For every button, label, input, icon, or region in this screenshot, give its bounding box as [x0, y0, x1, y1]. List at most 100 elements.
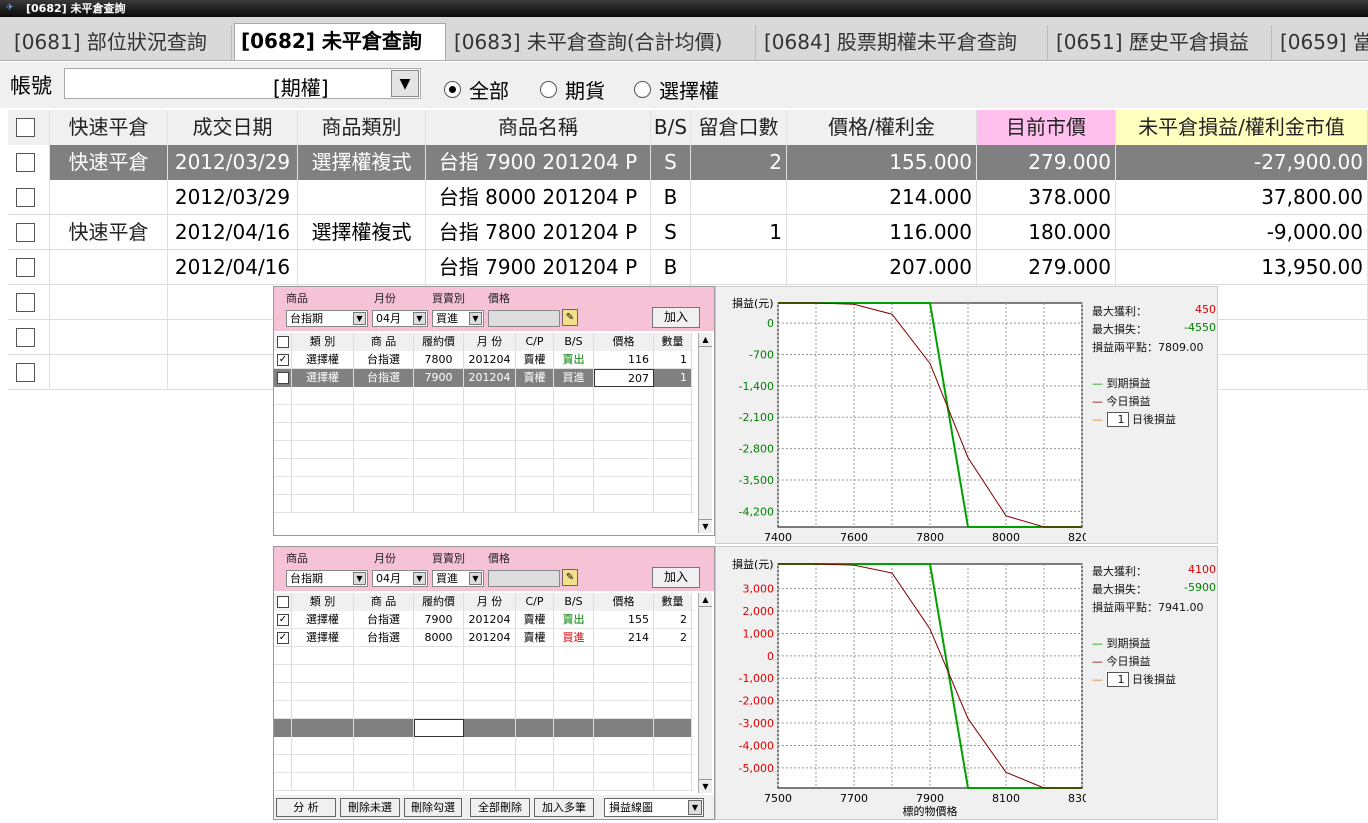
scroll-down-icon[interactable]: ▼: [699, 519, 712, 533]
leg-row[interactable]: [274, 755, 694, 773]
analyze-button[interactable]: 分 析: [276, 798, 336, 817]
tab-0684[interactable]: [0684] 股票期權未平倉查詢: [758, 25, 1048, 60]
leg-row[interactable]: [274, 773, 694, 791]
leg-row[interactable]: [274, 665, 694, 683]
chevron-down-icon[interactable]: ▼: [413, 312, 426, 325]
scroll-down-icon[interactable]: ▼: [699, 779, 712, 793]
radio-futures[interactable]: 期貨: [540, 75, 605, 104]
cell-cat: [298, 250, 426, 285]
leg-row[interactable]: [274, 719, 694, 737]
row-checkbox[interactable]: [16, 153, 35, 172]
table-row[interactable]: 快速平倉 2012/03/29 選擇權複式 台指 7900 201204 P S 2 155…: [8, 145, 1368, 180]
legs-scrollbar[interactable]: ▲ ▼: [698, 593, 712, 793]
cell-bs: B: [651, 250, 691, 285]
row-checkbox[interactable]: [16, 258, 35, 277]
row-checkbox[interactable]: [16, 223, 35, 242]
calculator-icon[interactable]: ✎: [562, 569, 578, 586]
leg-checkbox[interactable]: ✓: [277, 614, 289, 626]
leg-row[interactable]: [274, 683, 694, 701]
delete-unselected-button[interactable]: 刪除未選: [340, 798, 400, 817]
leg-row[interactable]: [274, 423, 694, 441]
leg-cell-cp: [516, 647, 554, 665]
leg-cell-strike: [414, 647, 464, 665]
tab-0683[interactable]: [0683] 未平倉查詢(合計均價): [448, 25, 756, 60]
scroll-up-icon[interactable]: ▲: [699, 333, 712, 347]
chevron-down-icon[interactable]: ▼: [469, 312, 482, 325]
select-all-checkbox[interactable]: [16, 118, 35, 137]
panel-button-bar: 分 析刪除未選 刪除勾選 全部刪除 加入多筆 損益線圖 ▼: [274, 795, 714, 819]
cell-quick[interactable]: 快速平倉: [50, 215, 168, 250]
add-button[interactable]: 加入: [652, 567, 700, 588]
legs-scrollbar[interactable]: ▲ ▼: [698, 333, 712, 533]
leg-row[interactable]: ✓ 選擇權 台指選 7800 201204 賣權 賣出 116 1: [274, 351, 694, 369]
leg-cell-qty: 1: [654, 369, 692, 387]
product-select[interactable]: 台指期 ▼: [286, 570, 368, 587]
leg-cell-check: [274, 665, 292, 683]
row-checkbox[interactable]: [16, 293, 35, 312]
radio-all[interactable]: 全部: [444, 75, 509, 104]
leg-cell-check: [274, 477, 292, 495]
leg-cell-bs: 賣出: [554, 611, 594, 629]
days-input[interactable]: 1: [1106, 672, 1129, 687]
leg-row[interactable]: [274, 441, 694, 459]
leg-checkbox[interactable]: [277, 596, 289, 608]
month-select[interactable]: 04月 ▼: [372, 570, 428, 587]
table-row[interactable]: 2012/03/29 台指 8000 201204 P B 214.000 378.00…: [8, 180, 1368, 215]
leg-cell-type: [292, 719, 354, 737]
leg-row[interactable]: ✓ 選擇權 台指選 7900 201204 賣權 買進 207 1: [274, 369, 694, 387]
chevron-down-icon[interactable]: ▼: [413, 572, 426, 585]
chevron-down-icon[interactable]: ▼: [391, 70, 419, 97]
leg-checkbox[interactable]: ✓: [277, 632, 289, 644]
table-row[interactable]: 2012/04/16 台指 7900 201204 P B 207.000 279.00…: [8, 250, 1368, 285]
max-loss-label: 最大損失：: [1092, 583, 1147, 596]
month-select[interactable]: 04月 ▼: [372, 310, 428, 327]
row-checkbox[interactable]: [16, 188, 35, 207]
leg-row[interactable]: ✓ 選擇權 台指選 8000 201204 賣權 買進 214 2: [274, 629, 694, 647]
leg-row[interactable]: [274, 477, 694, 495]
leg-row[interactable]: [274, 737, 694, 755]
leg-cell-month: [464, 423, 516, 441]
cell-name: 台指 7900 201204 P: [426, 145, 651, 180]
row-checkbox[interactable]: [16, 328, 35, 347]
chevron-down-icon[interactable]: ▼: [353, 572, 366, 585]
delete-checked-button[interactable]: 刪除勾選: [404, 798, 462, 817]
account-select[interactable]: [期權] ▼: [64, 68, 421, 100]
leg-row[interactable]: [274, 387, 694, 405]
leg-checkbox[interactable]: [277, 336, 289, 348]
leg-row[interactable]: [274, 495, 694, 513]
row-checkbox[interactable]: [16, 363, 35, 382]
calculator-icon[interactable]: ✎: [562, 309, 578, 326]
price-input[interactable]: [488, 310, 560, 327]
side-select[interactable]: 買進 ▼: [432, 310, 484, 327]
price-input[interactable]: [488, 570, 560, 587]
leg-row[interactable]: [274, 647, 694, 665]
tab-0681[interactable]: [0681] 部位狀況查詢: [8, 25, 232, 60]
tab-0651[interactable]: [0651] 歷史平倉損益: [1050, 25, 1272, 60]
leg-checkbox[interactable]: ✓: [277, 354, 289, 366]
leg-checkbox[interactable]: ✓: [277, 372, 289, 384]
leg-cell-price: [594, 459, 654, 477]
add-multiple-button[interactable]: 加入多筆: [534, 798, 594, 817]
chevron-down-icon[interactable]: ▼: [353, 312, 366, 325]
days-input[interactable]: 1: [1106, 412, 1129, 427]
leg-cell-check: [274, 593, 292, 611]
leg-cell-bs: [554, 773, 594, 791]
radio-options[interactable]: 選擇權: [634, 75, 719, 104]
leg-row[interactable]: [274, 701, 694, 719]
tab-0682[interactable]: [0682] 未平倉查詢: [234, 23, 446, 60]
delete-all-button[interactable]: 全部刪除: [470, 798, 530, 817]
scroll-up-icon[interactable]: ▲: [699, 593, 712, 607]
add-button[interactable]: 加入: [652, 307, 700, 328]
leg-row[interactable]: [274, 459, 694, 477]
chevron-down-icon[interactable]: ▼: [688, 800, 702, 815]
tab-0659[interactable]: [0659] 當: [1274, 25, 1368, 60]
leg-cell-type: [292, 683, 354, 701]
side-select[interactable]: 買進 ▼: [432, 570, 484, 587]
table-row[interactable]: 快速平倉 2012/04/16 選擇權複式 台指 7800 201204 P S 1 116…: [8, 215, 1368, 250]
chevron-down-icon[interactable]: ▼: [469, 572, 482, 585]
leg-cell-strike: [414, 405, 464, 423]
cell-quick[interactable]: 快速平倉: [50, 145, 168, 180]
leg-row[interactable]: [274, 405, 694, 423]
leg-row[interactable]: ✓ 選擇權 台指選 7900 201204 賣權 賣出 155 2: [274, 611, 694, 629]
product-select[interactable]: 台指期 ▼: [286, 310, 368, 327]
